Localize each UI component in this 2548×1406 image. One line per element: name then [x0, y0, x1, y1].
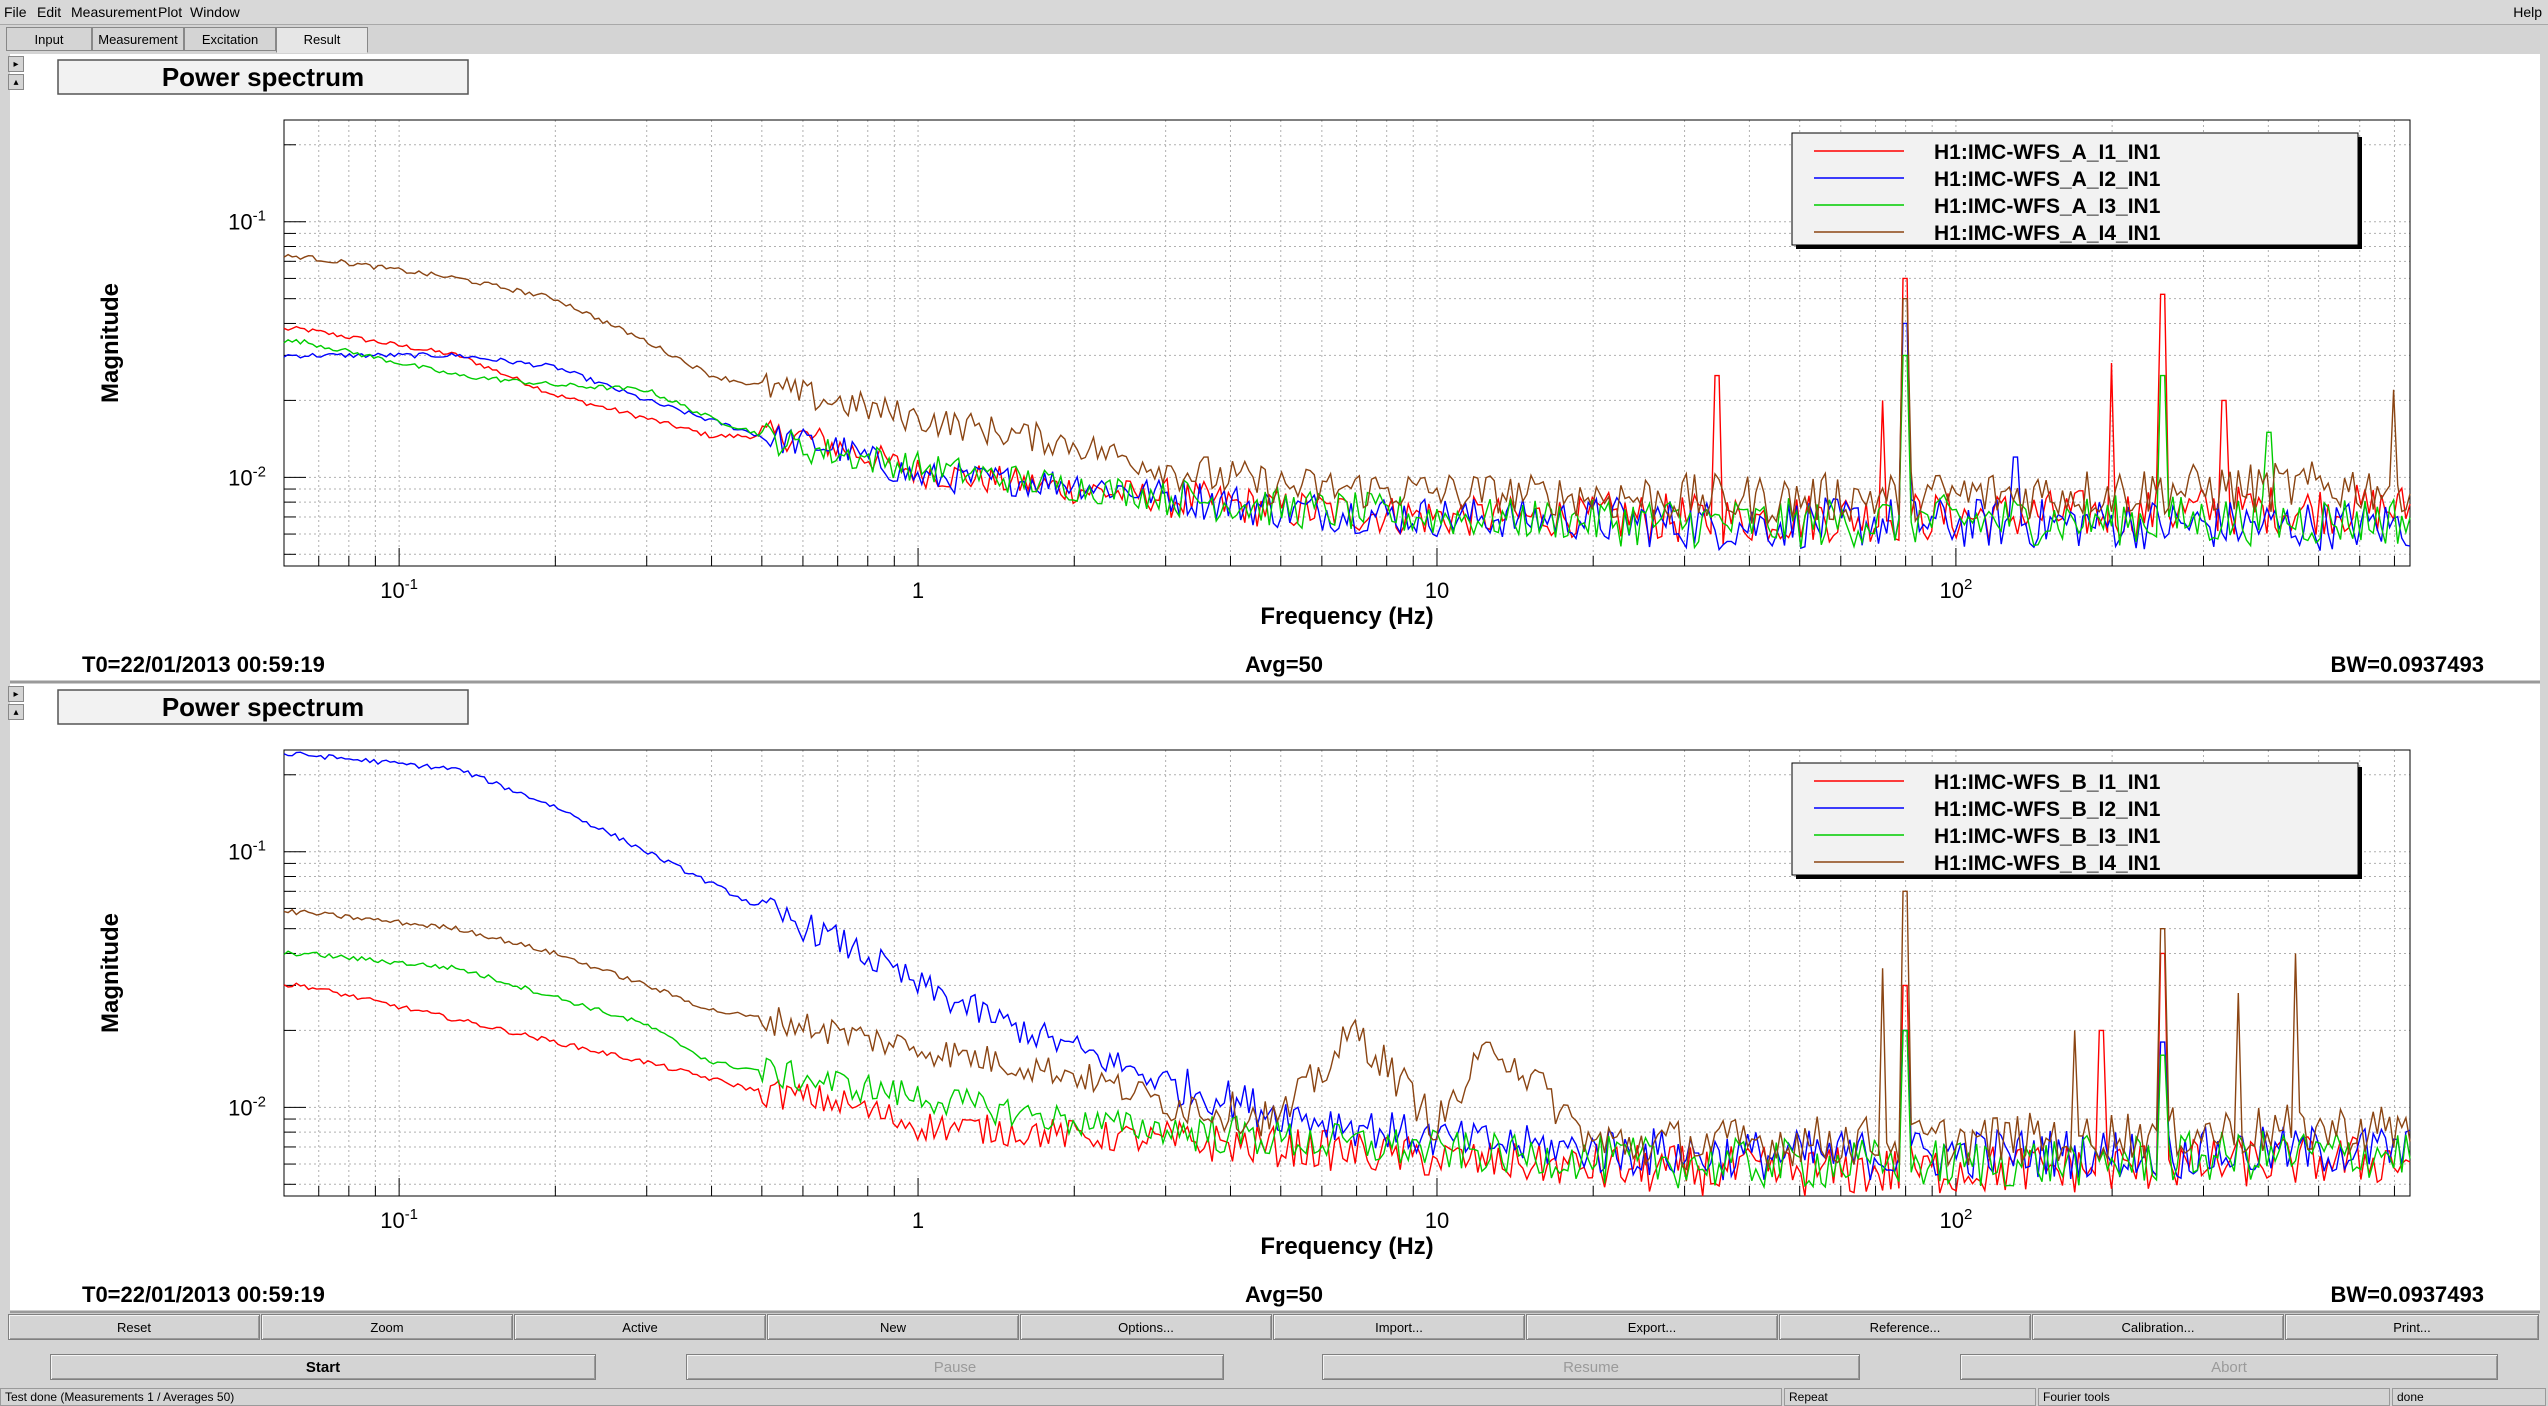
- status-message: Test done (Measurements 1 / Averages 50): [0, 1388, 1782, 1406]
- resume-button[interactable]: Resume: [1322, 1354, 1860, 1380]
- zoom-button[interactable]: Zoom: [261, 1314, 513, 1340]
- start-button[interactable]: Start: [50, 1354, 596, 1380]
- plot-panel-top: 10-1 1 10 102 10-2 10-1 Frequency (Hz) Magnitud…: [8, 54, 2540, 684]
- menu-file[interactable]: File: [4, 4, 27, 20]
- legend-entry: H1:IMC-WFS_B_I1_IN1: [1934, 771, 2161, 794]
- menu-edit[interactable]: Edit: [37, 4, 61, 20]
- legend-entry: H1:IMC-WFS_B_I4_IN1: [1934, 852, 2161, 875]
- print-button[interactable]: Print...: [2285, 1314, 2539, 1340]
- new-button[interactable]: New: [767, 1314, 1019, 1340]
- plot-title[interactable]: Power spectrum: [162, 692, 364, 722]
- pause-button[interactable]: Pause: [686, 1354, 1224, 1380]
- tab-excitation[interactable]: Excitation: [184, 27, 276, 51]
- expand-arrow-icon[interactable]: ▸: [8, 686, 24, 702]
- reset-button[interactable]: Reset: [8, 1314, 260, 1340]
- tab-input[interactable]: Input: [6, 27, 92, 51]
- legend-entry: H1:IMC-WFS_A_I4_IN1: [1934, 222, 2161, 245]
- control-bar: Start Pause Resume Abort: [0, 1350, 2548, 1384]
- expand-arrow-icon[interactable]: ▸: [8, 56, 24, 72]
- collapse-arrow-icon[interactable]: ▴: [8, 704, 24, 720]
- x-tick-label: 1: [912, 578, 924, 603]
- legend-entry: H1:IMC-WFS_B_I3_IN1: [1934, 825, 2161, 848]
- x-tick-label: 10: [1425, 1208, 1449, 1233]
- legend-entry: H1:IMC-WFS_A_I1_IN1: [1934, 141, 2161, 164]
- status-mode: Repeat: [1784, 1388, 2036, 1406]
- menu-bar: File Edit Measurement Plot Window Help: [0, 0, 2548, 25]
- export-button[interactable]: Export...: [1526, 1314, 1778, 1340]
- power-spectrum-chart[interactable]: 10-1 1 10 10210-210-1Frequency (Hz)Magnitud…: [10, 684, 2540, 1314]
- status-state: done: [2392, 1388, 2546, 1406]
- y-axis-label: Magnitude: [97, 913, 124, 1033]
- x-tick-label: 10: [1425, 578, 1449, 603]
- y-axis-label: Magnitude: [97, 283, 124, 403]
- x-axis-label: Frequency (Hz): [1260, 603, 1433, 630]
- menu-plot[interactable]: Plot: [158, 4, 182, 20]
- plot-title[interactable]: Power spectrum: [162, 62, 364, 92]
- abort-button[interactable]: Abort: [1960, 1354, 2498, 1380]
- result-content: 10-1 1 10 102 10-2 10-1 Frequency (Hz) Magnitud…: [8, 54, 2540, 1314]
- menu-measurement[interactable]: Measurement: [71, 4, 157, 20]
- status-tools: Fourier tools: [2038, 1388, 2390, 1406]
- x-axis-label: Frequency (Hz): [1260, 1233, 1433, 1260]
- legend-entry: H1:IMC-WFS_A_I2_IN1: [1934, 168, 2161, 191]
- reference-button[interactable]: Reference...: [1779, 1314, 2031, 1340]
- plot-panel-bottom: 10-1 1 10 102 10-2 10-1 Frequency (Hz) Magnitud…: [8, 684, 2540, 1314]
- power-spectrum-chart[interactable]: 10-1 1 10 10210-210-1Frequency (Hz)Magnitud…: [10, 54, 2540, 684]
- bw-label: BW=0.0937493: [2331, 1282, 2485, 1307]
- menu-help[interactable]: Help: [2513, 4, 2542, 20]
- legend-entry: H1:IMC-WFS_A_I3_IN1: [1934, 195, 2161, 218]
- tab-measurement[interactable]: Measurement: [92, 27, 184, 51]
- plot-button-bar: Reset Zoom Active New Options... Import.…: [8, 1314, 2540, 1340]
- active-button[interactable]: Active: [514, 1314, 766, 1340]
- tab-result[interactable]: Result: [276, 27, 368, 53]
- menu-window[interactable]: Window: [190, 4, 240, 20]
- calibration-button[interactable]: Calibration...: [2032, 1314, 2284, 1340]
- avg-label: Avg=50: [1245, 1282, 1323, 1307]
- t0-label: T0=22/01/2013 00:59:19: [82, 1282, 325, 1307]
- legend-entry: H1:IMC-WFS_B_I2_IN1: [1934, 798, 2161, 821]
- avg-label: Avg=50: [1245, 652, 1323, 677]
- x-tick-label: 1: [912, 1208, 924, 1233]
- t0-label: T0=22/01/2013 00:59:19: [82, 652, 325, 677]
- bw-label: BW=0.0937493: [2331, 652, 2485, 677]
- collapse-arrow-icon[interactable]: ▴: [8, 74, 24, 90]
- import-button[interactable]: Import...: [1273, 1314, 1525, 1340]
- status-bar: Test done (Measurements 1 / Averages 50)…: [0, 1386, 2548, 1406]
- options-button[interactable]: Options...: [1020, 1314, 1272, 1340]
